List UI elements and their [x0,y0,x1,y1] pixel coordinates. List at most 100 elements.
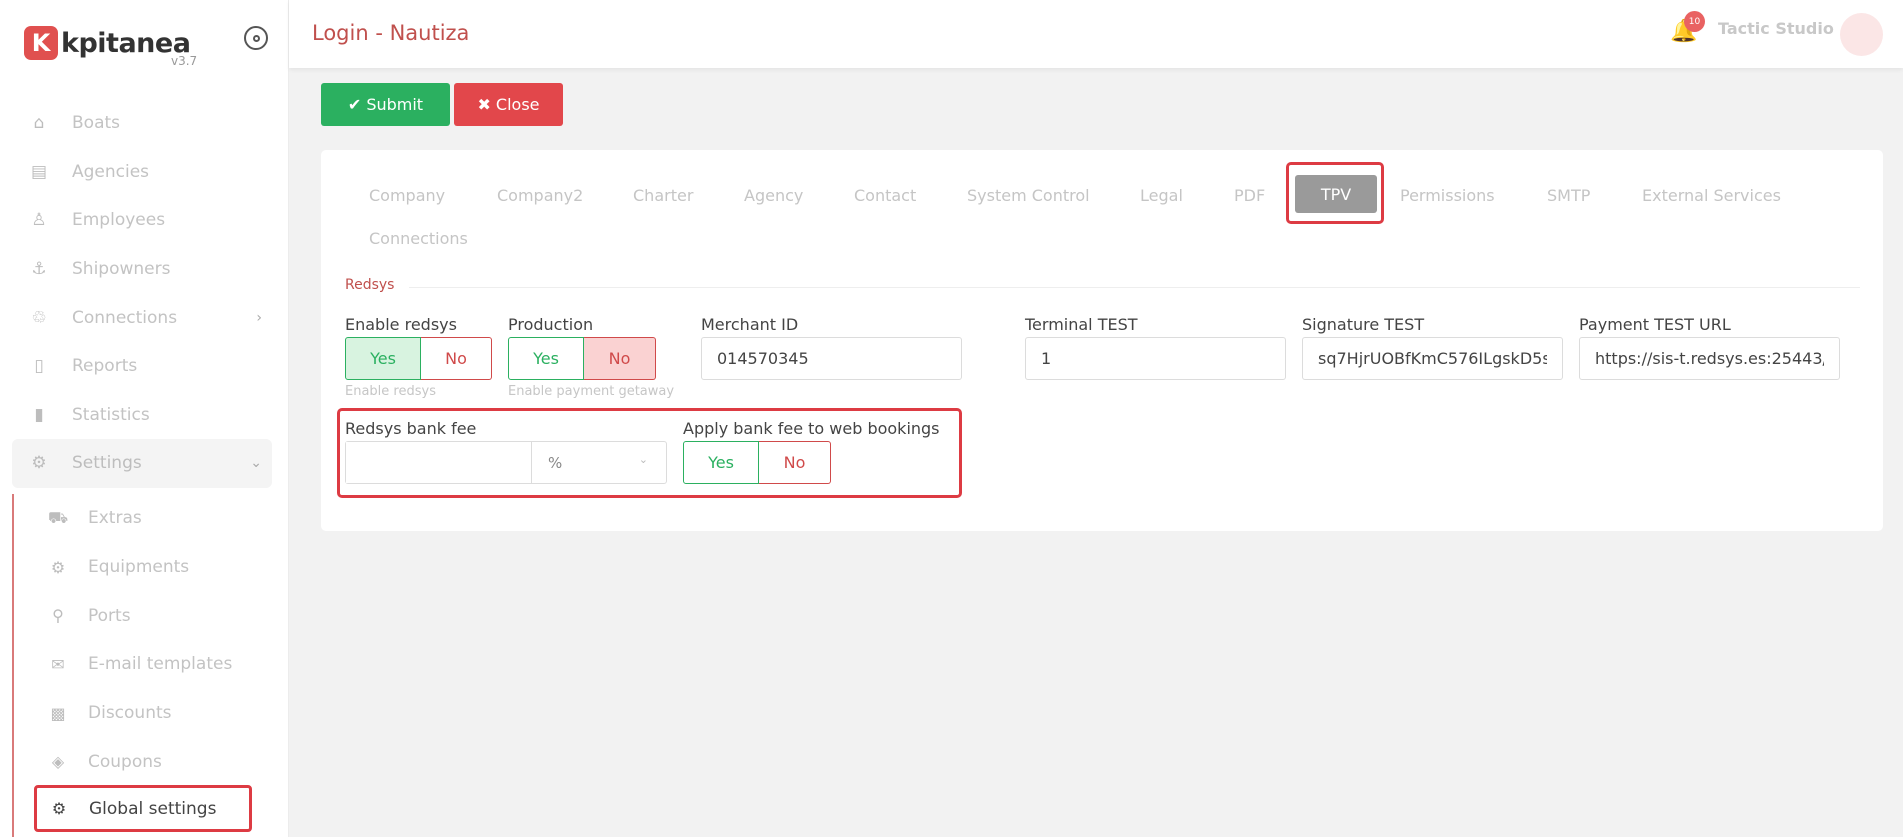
check-icon: ✔ [347,95,362,114]
sidebar-item-settings[interactable]: ⚙ Settings ⌄ [12,439,272,488]
notification-count-badge: 10 [1684,11,1705,32]
sidebar-item-reports[interactable]: ▯ Reports [12,342,272,391]
user-icon: ♙ [31,210,47,231]
apply-bank-fee-label: Apply bank fee to web bookings [683,419,940,438]
sidebar-item-agencies[interactable]: ▤ Agencies [12,148,272,197]
tab-smtp[interactable]: SMTP [1547,186,1590,205]
sidebar-item-equipments[interactable]: ⚙ Equipments [14,543,272,592]
logo-mark: K [24,26,58,60]
signature-test-input[interactable] [1302,337,1563,380]
apply-bank-fee-yes[interactable]: Yes [683,441,759,484]
close-label: Close [495,95,540,114]
sidebar-item-connections[interactable]: ♲ Connections › [12,293,272,342]
bank-fee-label: Redsys bank fee [345,419,477,438]
sidebar-item-label: Settings [72,453,142,474]
sidebar-item-label: Discounts [88,703,172,724]
enable-redsys-label: Enable redsys [345,315,457,334]
anchor-icon: ⚓ [31,259,47,280]
sidebar-item-label: Ports [88,605,131,626]
production-hint: Enable payment getaway [508,384,675,399]
sidebar: K kpitanea v3.7 ⌂ Boats ▤ Agencies ♙ Emp… [0,0,289,837]
production-no[interactable]: No [584,337,656,380]
sidebar-item-employees[interactable]: ♙ Employees [12,196,272,245]
production-yes[interactable]: Yes [508,337,584,380]
enable-redsys-hint: Enable redsys [345,384,436,399]
sidebar-item-global-settings[interactable]: ⚙ Global settings [34,785,252,832]
sidebar-item-label: Connections [72,307,178,328]
settings-subnav: ⛟ Extras ⚙ Equipments ⚲ Ports ✉ E-mail t… [12,494,272,837]
tab-permissions[interactable]: Permissions [1400,186,1495,205]
section-title: Redsys [345,277,395,293]
tab-connections[interactable]: Connections [369,229,468,248]
terminal-test-input[interactable] [1025,337,1286,380]
tab-charter[interactable]: Charter [633,186,693,205]
sidebar-item-shipowners[interactable]: ⚓ Shipowners [12,245,272,294]
enable-redsys-yes[interactable]: Yes [345,337,421,380]
mail-icon: ✉ [51,654,65,674]
brand-logo[interactable]: K kpitanea v3.7 [24,26,197,68]
sidebar-item-extras[interactable]: ⛟ Extras [14,494,272,543]
tab-external-services[interactable]: External Services [1642,186,1781,205]
close-button[interactable]: ✖ Close [454,83,563,126]
equipment-icon: ⚙ [50,557,66,577]
sidebar-item-label: Statistics [72,404,150,425]
enable-redsys-toggle: Yes No [345,337,492,380]
notifications-button[interactable]: 🔔 10 [1670,11,1705,47]
tab-legal[interactable]: Legal [1140,186,1183,205]
chevron-right-icon: › [256,309,262,326]
apply-bank-fee-no[interactable]: No [759,441,831,484]
settings-icon: ⚙ [31,453,47,474]
sidebar-toggle-icon[interactable] [244,26,268,50]
sidebar-item-label: Extras [88,508,142,529]
production-toggle: Yes No [508,337,656,380]
sidebar-item-statistics[interactable]: ▮ Statistics [12,391,272,440]
payment-test-url-input[interactable] [1579,337,1840,380]
terminal-test-label: Terminal TEST [1025,315,1138,334]
production-label: Production [508,315,594,334]
bank-fee-unit-value: % [548,453,563,472]
bank-fee-group: % ⌄ [345,441,667,484]
chart-icon: ▮ [34,404,44,425]
submit-label: Submit [366,95,424,114]
top-bar: Login - Nautiza 🔔 10 Tactic Studio [289,0,1903,68]
sidebar-item-label: Equipments [88,557,190,578]
tab-company[interactable]: Company [369,186,445,205]
enable-redsys-no[interactable]: No [421,337,492,380]
tab-system-control[interactable]: System Control [967,186,1090,205]
sidebar-item-ports[interactable]: ⚲ Ports [14,591,272,640]
sidebar-item-label: Shipowners [72,259,171,280]
app-version: v3.7 [171,54,198,68]
sidebar-item-coupons[interactable]: ◈ Coupons [14,737,272,786]
payment-test-url-label: Payment TEST URL [1579,315,1731,334]
tab-pdf[interactable]: PDF [1234,186,1265,205]
tab-contact[interactable]: Contact [854,186,916,205]
report-icon: ▯ [34,356,44,377]
gear-icon: ⚙ [51,799,67,818]
boat-icon: ⌂ [33,113,45,134]
sidebar-nav: ⌂ Boats ▤ Agencies ♙ Employees ⚓ Shipown… [12,99,272,488]
bank-fee-input[interactable] [346,442,532,483]
chevron-down-icon: ⌄ [250,455,262,472]
agency-icon: ▤ [30,161,48,182]
coupon-icon: ◈ [51,752,65,772]
bank-fee-unit-select[interactable]: % ⌄ [532,442,666,483]
sidebar-item-label: Reports [72,356,138,377]
sidebar-item-label: Employees [72,210,166,231]
sidebar-item-email-templates[interactable]: ✉ E-mail templates [14,640,272,689]
user-name[interactable]: Tactic Studio [1718,19,1834,38]
sidebar-item-discounts[interactable]: ▩ Discounts [14,689,272,738]
discount-icon: ▩ [50,703,66,723]
tab-company2[interactable]: Company2 [497,186,583,205]
page-title: Login - Nautiza [312,21,470,45]
submit-button[interactable]: ✔ Submit [321,83,450,126]
merchant-id-input[interactable] [701,337,962,380]
signature-test-label: Signature TEST [1302,315,1425,334]
close-icon: ✖ [477,95,491,114]
tab-tpv[interactable]: TPV [1295,175,1377,213]
sidebar-item-label: Boats [72,113,121,134]
sidebar-item-boats[interactable]: ⌂ Boats [12,99,272,148]
tab-agency[interactable]: Agency [744,186,803,205]
connections-icon: ♲ [31,307,47,328]
avatar[interactable] [1840,13,1883,56]
sidebar-item-label: E-mail templates [88,654,233,675]
